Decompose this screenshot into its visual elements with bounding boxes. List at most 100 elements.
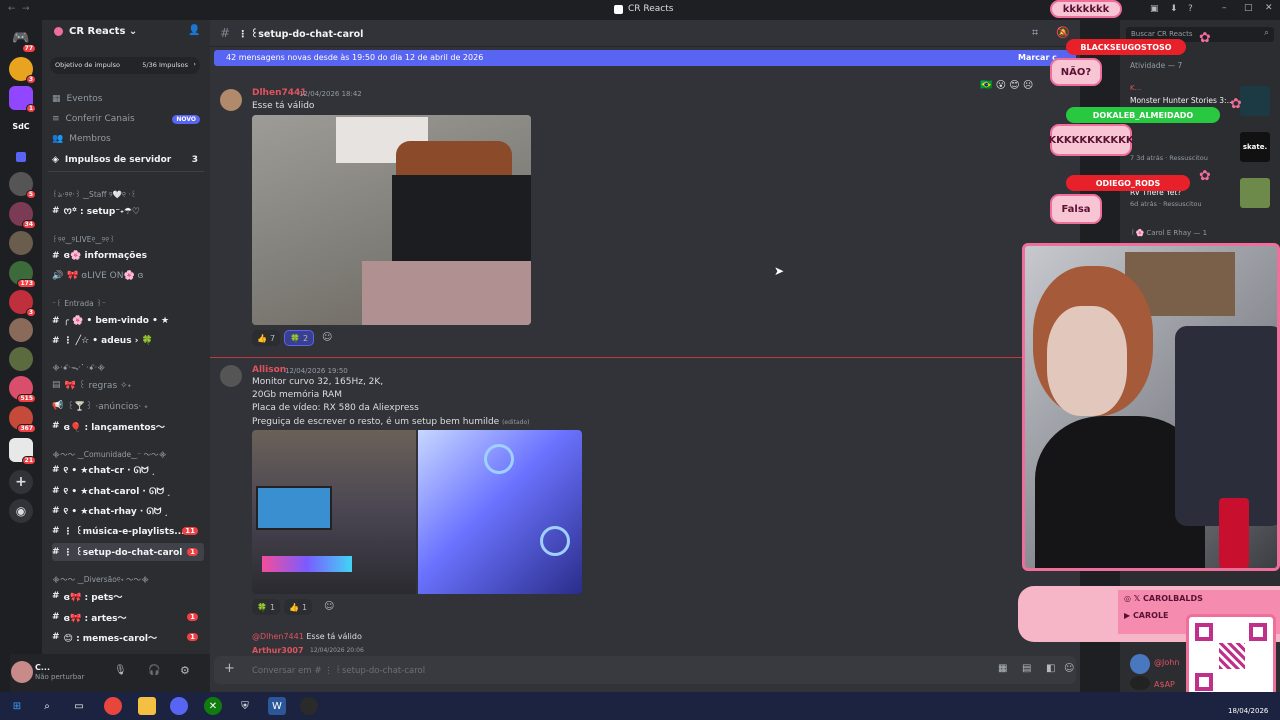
nav-eventos[interactable]: ▦ Eventos: [52, 90, 204, 108]
server-icon-11[interactable]: 21: [9, 438, 36, 465]
task-view-icon[interactable]: ▭: [70, 697, 88, 715]
nav-impulsos[interactable]: ◈ Impulsos de servidor 3: [52, 151, 204, 169]
settings-gear-icon[interactable]: ⚙: [180, 664, 190, 677]
folder-icon[interactable]: [16, 152, 26, 162]
obs-icon[interactable]: [300, 697, 318, 715]
add-reaction-icon[interactable]: ☺: [324, 601, 334, 612]
new-messages-banner[interactable]: 42 mensagens novas desde às 19:50 do dia…: [214, 50, 1076, 66]
server-icon-sdc[interactable]: SdC: [9, 114, 33, 138]
server-icon-1[interactable]: 3: [9, 57, 36, 84]
word-icon[interactable]: W: [268, 697, 286, 715]
channel-adeus[interactable]: # ⋮ ╱☆ • adeus › 🍀: [52, 332, 204, 350]
category-staff[interactable]: ꒰ঌ·୨୧·꒱ ‿Staff ୨🤍୧ ·꒰: [52, 189, 137, 202]
category-entrada[interactable]: ⁻꒰ Entrada ꒱⁻: [52, 298, 106, 308]
discord-icon[interactable]: [170, 697, 188, 715]
activity-title[interactable]: K...: [1130, 84, 1141, 92]
discover-icon[interactable]: ◉: [9, 499, 33, 523]
member-name[interactable]: A$AP: [1154, 680, 1175, 689]
server-name[interactable]: CR Reacts ⌄: [69, 26, 137, 37]
server-icon-twitch[interactable]: 1: [9, 86, 36, 113]
category-diversao[interactable]: ᯽〜〜 ‿Diversão୧˖ 〜〜᯽: [52, 574, 149, 585]
channel-lancamentos[interactable]: # ɞ🎈 : lançamentos〜: [52, 417, 204, 435]
notification-bell-icon[interactable]: 🔕: [1056, 26, 1070, 39]
reply-preview[interactable]: @Dlhen7441 Esse tá válido: [252, 632, 362, 641]
search-placeholder: Buscar CR Reacts: [1131, 30, 1193, 38]
category-live[interactable]: ꒰୨୧‿୨LIVE୧‿୨୧꒱: [52, 234, 115, 245]
server-icon-6[interactable]: 3: [9, 290, 36, 317]
nav-conferir-canais[interactable]: ≡ Conferir Canais NOVO: [52, 110, 204, 128]
microphone-icon[interactable]: 🎙: [114, 665, 127, 676]
server-icon-3[interactable]: 34: [9, 202, 36, 229]
channel-informacoes[interactable]: # ɞ🌸 informações: [52, 247, 204, 265]
attachment-image[interactable]: [252, 115, 531, 325]
add-server-icon[interactable]: +: [9, 470, 33, 494]
reaction-chip[interactable]: 🍀 1: [252, 599, 281, 615]
message-input[interactable]: Conversar em # ⋮ ꒰setup-do-chat-carol: [252, 665, 425, 676]
channel-memes-carol[interactable]: # 😊 : memes-carol〜 1: [52, 628, 204, 646]
maximize-icon[interactable]: □: [1244, 3, 1253, 13]
server-icon-7[interactable]: [9, 318, 33, 342]
add-member-icon[interactable]: 👤: [188, 25, 200, 36]
server-icon-2[interactable]: 5: [9, 172, 36, 199]
channel-anuncios[interactable]: 📢 ꒰🍸꒱ ·anúncios· ˖: [52, 397, 204, 415]
channel-artes[interactable]: # ɞ🎀 : artes〜 1: [52, 608, 204, 626]
discord-home-icon[interactable]: 🎮 77: [9, 26, 36, 53]
gif-icon[interactable]: ▤: [1022, 663, 1031, 674]
reaction-chip[interactable]: 👍 1: [284, 599, 313, 615]
minimize-icon[interactable]: –: [1222, 3, 1227, 13]
boost-goal[interactable]: Objetivo de impulso 5/36 Impulsos ›: [50, 57, 200, 74]
search-icon[interactable]: ⌕: [38, 697, 56, 715]
channel-regras[interactable]: ▤ 🎀 ꒰ regras ✧˖: [52, 376, 204, 394]
channel-chat-rhay[interactable]: #୧ • ★chat-rhay · ᘏᗢ ˼: [52, 502, 204, 520]
channel-musica[interactable]: # ⋮ ꒰música-e-playlists... 11: [52, 522, 204, 540]
forward-arrow-icon[interactable]: →: [22, 4, 30, 14]
file-explorer-icon[interactable]: [138, 697, 156, 715]
category-comunidade[interactable]: ᯽〜〜 ‿Comunidade‿⁻ 〜〜᯽: [52, 449, 167, 460]
reaction-chip[interactable]: 🍀 2: [284, 330, 315, 346]
start-icon[interactable]: ⊞: [8, 697, 26, 715]
attachment-image[interactable]: [252, 430, 416, 594]
channel-setup[interactable]: # ᰔ꙳ : setup⁻˖☂︎♡: [52, 202, 204, 220]
help-icon[interactable]: ?: [1188, 4, 1193, 14]
avatar[interactable]: [1130, 654, 1150, 674]
message-author[interactable]: Allison: [252, 365, 286, 375]
xbox-icon[interactable]: ✕: [204, 697, 222, 715]
gift-icon[interactable]: ▦: [998, 663, 1007, 674]
channel-setup-do-chat-carol[interactable]: # ⋮ ꒰setup-do-chat-carol 1: [52, 543, 204, 561]
channel-pets[interactable]: # ɞ🎀 : pets〜: [52, 587, 204, 605]
channel-chat-carol[interactable]: #୧ • ★chat-carol · ᘏᗢ ˼: [52, 482, 204, 500]
avatar[interactable]: [1130, 676, 1150, 690]
activity-game-thumb[interactable]: [1240, 86, 1270, 116]
channel-bem-vindo[interactable]: # ╭ 🌸 • bem-vindo • ★: [52, 312, 204, 330]
back-arrow-icon[interactable]: ←: [8, 4, 16, 14]
emoji-icon[interactable]: ☺: [1064, 663, 1074, 674]
server-icon-8[interactable]: [9, 347, 33, 371]
server-icon-10[interactable]: 367: [9, 406, 36, 433]
attach-plus-icon[interactable]: +: [224, 661, 235, 676]
channel-chat-cr[interactable]: #୧ • ★chat-cr · ᘏᗢ ˼: [52, 461, 204, 479]
server-icon-4[interactable]: [9, 231, 33, 255]
category-regras[interactable]: ᯽·ꗃ·ᯓ·⠁·ꗃ·᯽: [52, 363, 105, 373]
reaction-chip[interactable]: 👍 7: [252, 330, 281, 346]
channel-live-on[interactable]: 🔊 🎀 ɞLIVE ON🌸 ɞ: [52, 267, 204, 285]
download-icon[interactable]: ⬇: [1170, 4, 1178, 14]
nav-membros[interactable]: 👥 Membros: [52, 130, 204, 148]
server-icon-9[interactable]: 515: [9, 376, 36, 403]
chrome-icon[interactable]: [104, 697, 122, 715]
attachment-image[interactable]: [418, 430, 582, 594]
activity-game-thumb[interactable]: skate.: [1240, 132, 1270, 162]
sticker-icon[interactable]: ◧: [1046, 663, 1055, 674]
close-icon[interactable]: ✕: [1265, 3, 1273, 13]
message-author[interactable]: Arthur3007: [252, 646, 304, 655]
headset-icon[interactable]: 🎧: [148, 665, 160, 676]
add-reaction-icon[interactable]: ☺: [322, 332, 332, 343]
avatar[interactable]: [220, 365, 242, 387]
threads-icon[interactable]: ⌗: [1032, 26, 1038, 40]
avatar[interactable]: [220, 89, 242, 111]
activity-game-thumb[interactable]: [1240, 178, 1270, 208]
server-icon-5[interactable]: 173: [9, 261, 36, 288]
avatar[interactable]: [11, 661, 33, 683]
member-name[interactable]: @John: [1154, 658, 1179, 667]
inbox-icon[interactable]: ▣: [1150, 4, 1159, 14]
security-shield-icon[interactable]: ⛨: [236, 697, 254, 715]
